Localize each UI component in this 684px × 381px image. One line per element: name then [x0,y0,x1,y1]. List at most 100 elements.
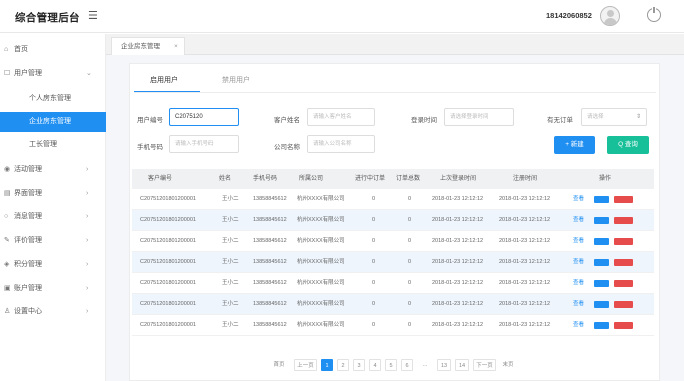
subtab-enabled-users[interactable]: 启用用户 [150,75,178,85]
cell-register-time: 2018-01-23 12:12:12 [499,280,551,286]
edit-button[interactable] [594,280,609,287]
disable-button[interactable] [614,259,633,266]
sidebar-subitem-enterprise[interactable]: 企业房东管理 [0,112,106,132]
view-link[interactable]: 查看 [573,210,584,231]
page-number[interactable]: 2 [337,359,349,371]
sidebar-item-messages[interactable]: ○ 消息管理 › [0,207,106,227]
page-first[interactable]: 首页 [269,359,289,371]
edit-button[interactable] [594,196,609,203]
page-number[interactable]: 3 [353,359,365,371]
content-card: 启用用户 禁用用户 用户编号 C2075120 客户姓名 请输入客户姓名 登录时… [129,63,660,381]
sidebar-item-label: 工长管理 [29,141,57,148]
cell-mobile: 13858845612 [253,280,287,286]
edit-button[interactable] [594,322,609,329]
column-header: 姓名 [219,176,232,182]
cell-last-login: 2018-01-23 12:12:12 [432,259,484,265]
login-time-label: 登录时间 [411,117,437,124]
customer-name-label: 客户姓名 [274,117,300,124]
cell-active-orders: 0 [372,280,376,286]
edit-button[interactable] [594,238,609,245]
table-row: C20751201801200001 王小二 13858845612 杭州XXXX有限… [132,315,654,336]
sidebar-subitem-personal[interactable]: 个人房东管理 [0,89,106,109]
menu-toggle-icon[interactable]: ☰ [88,9,98,22]
user-id-label: 用户编号 [137,117,163,124]
disable-button[interactable] [614,238,633,245]
add-button[interactable]: + 新建 [554,136,595,154]
cell-active-orders: 0 [372,196,376,202]
cell-customer-id: C20751201801200001 [140,196,196,202]
search-button[interactable]: Q 查询 [607,136,649,154]
logout-icon[interactable] [647,7,661,22]
chevron-down-icon: ⇕ [635,114,641,120]
sidebar-item-users[interactable]: ☐ 用户管理 ⌄ [0,64,106,84]
avatar[interactable] [600,6,620,26]
sidebar-item-activities[interactable]: ◉ 活动管理 › [0,160,106,180]
table-row: C20751201801200001 王小二 13858845612 杭州XXXX有限… [132,273,654,294]
sidebar-item-settings[interactable]: ♙ 设置中心 › [0,302,106,322]
edit-button[interactable] [594,217,609,224]
close-icon[interactable]: × [174,38,178,55]
cell-company: 杭州XXXX有限公司 [297,322,345,328]
disable-button[interactable] [614,280,633,287]
page-number[interactable]: 6 [401,359,413,371]
view-link[interactable]: 查看 [573,294,584,315]
cell-register-time: 2018-01-23 12:12:12 [499,196,551,202]
mobile-input[interactable]: 请输入手机号码 [169,135,239,153]
sidebar-item-label: 评价管理 [14,237,42,244]
disable-button[interactable] [614,322,633,329]
tab-bar: 企业房东管理 × [106,34,684,55]
tab-enterprise-landlord[interactable]: 企业房东管理 × [111,37,185,55]
cell-total-orders: 0 [408,322,412,328]
has-order-select[interactable]: 请选择 ⇕ [581,108,647,126]
cell-register-time: 2018-01-23 12:12:12 [499,217,551,223]
page-number[interactable]: 5 [385,359,397,371]
sidebar-item-home[interactable]: ⌂ 首页 [0,40,106,60]
interface-icon: ▤ [4,190,11,197]
customer-name-input[interactable]: 请输入客户姓名 [307,108,375,126]
sidebar-item-label: 账户管理 [14,285,42,292]
sidebar-item-accounts[interactable]: ▣ 账户管理 › [0,279,106,299]
sidebar-item-label: 活动管理 [14,166,42,173]
cell-name: 王小二 [222,301,239,307]
login-time-input[interactable]: 请选择登录时间 [444,108,514,126]
view-link[interactable]: 查看 [573,231,584,252]
view-link[interactable]: 查看 [573,189,584,210]
view-link[interactable]: 查看 [573,252,584,273]
company-input[interactable]: 请输入公司名称 [307,135,375,153]
cell-company: 杭州XXXX有限公司 [297,238,345,244]
page-prev[interactable]: 上一页 [294,359,317,371]
home-icon: ⌂ [4,46,9,53]
page-last[interactable]: 末页 [500,359,516,371]
column-header: 所属公司 [299,176,324,182]
view-link[interactable]: 查看 [573,315,584,336]
page-number[interactable]: 4 [369,359,381,371]
cell-total-orders: 0 [408,238,412,244]
sidebar-subitem-foreman[interactable]: 工长管理 [0,135,106,155]
cell-register-time: 2018-01-23 12:12:12 [499,259,551,265]
cell-company: 杭州XXXX有限公司 [297,301,345,307]
message-icon: ○ [4,213,9,220]
view-link[interactable]: 查看 [573,273,584,294]
user-id-input[interactable]: C2075120 [169,108,239,126]
page-next[interactable]: 下一页 [473,359,496,371]
cell-name: 王小二 [222,217,239,223]
page-number[interactable]: 14 [455,359,469,371]
disable-button[interactable] [614,196,633,203]
disable-button[interactable] [614,217,633,224]
page-number[interactable]: 13 [437,359,451,371]
edit-button[interactable] [594,259,609,266]
table-row: C20751201801200001 王小二 13858845612 杭州XXXX有限… [132,294,654,315]
table-row: C20751201801200001 王小二 13858845612 杭州XXXX有限… [132,231,654,252]
cell-register-time: 2018-01-23 12:12:12 [499,322,551,328]
cell-company: 杭州XXXX有限公司 [297,217,345,223]
edit-button[interactable] [594,301,609,308]
cell-customer-id: C20751201801200001 [140,280,196,286]
subtab-disabled-users[interactable]: 禁用用户 [222,75,250,85]
disable-button[interactable] [614,301,633,308]
sidebar-item-points[interactable]: ◈ 积分管理 › [0,255,106,275]
sidebar-item-reviews[interactable]: ✎ 评价管理 › [0,231,106,251]
page-number[interactable]: 1 [321,359,333,371]
cell-customer-id: C20751201801200001 [140,238,196,244]
table-row: C20751201801200001 王小二 13858845612 杭州XXXX有限… [132,210,654,231]
sidebar-item-interface[interactable]: ▤ 界面管理 › [0,184,106,204]
